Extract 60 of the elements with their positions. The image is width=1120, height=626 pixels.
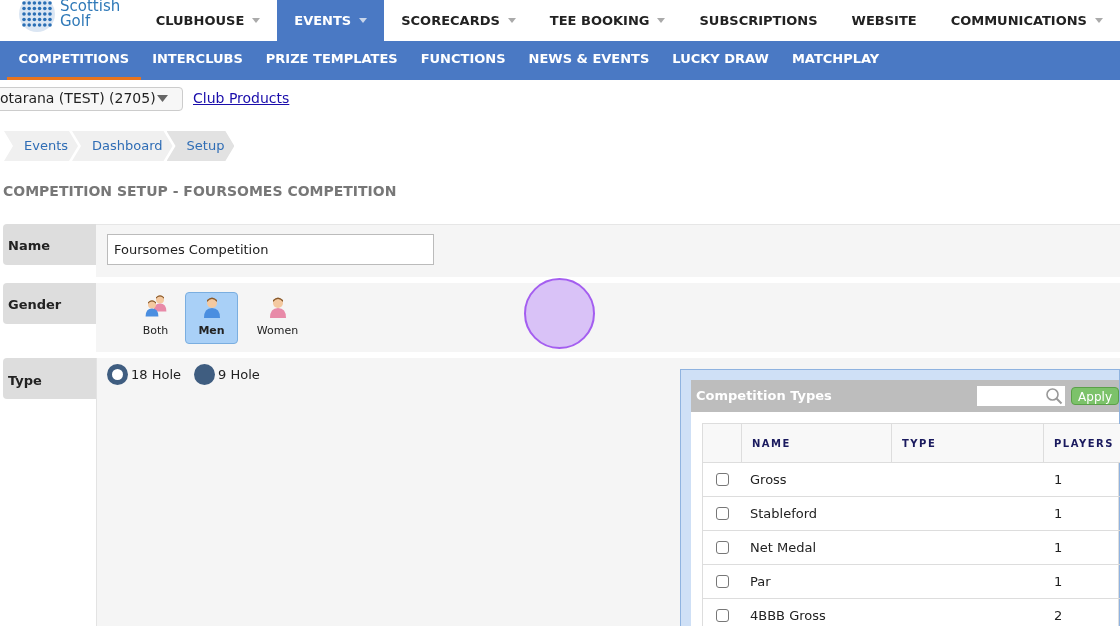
table-cell: 1 — [1044, 530, 1120, 564]
field-label: Name — [3, 224, 96, 265]
sub-nav-tab[interactable]: COMPETITIONS — [7, 41, 141, 80]
caret-icon — [1095, 18, 1103, 23]
sub-nav-tab[interactable]: LUCKY DRAW — [660, 41, 781, 80]
column-header: PLAYERS — [1044, 424, 1120, 462]
row-checkbox[interactable] — [716, 575, 729, 588]
table-cell: 1 — [1044, 564, 1120, 598]
search-icon — [1045, 387, 1064, 405]
name-input[interactable]: Foursomes Competition — [107, 234, 434, 265]
nav-menu-item[interactable]: COMMUNICATIONS — [933, 0, 1120, 41]
caret-icon — [507, 18, 516, 23]
nav-menu-item[interactable]: EVENTS — [277, 0, 385, 41]
table-cell: 1 — [1044, 462, 1120, 496]
breadcrumb-link[interactable]: Dashboard — [72, 131, 173, 161]
field-label: Type — [3, 358, 96, 399]
club-dropdown[interactable]: otarana (TEST) (2705) — [0, 86, 183, 111]
couple-icon — [143, 293, 168, 318]
caret-icon — [359, 18, 368, 23]
sub-nav-tab[interactable]: PRIZE TEMPLATES — [254, 41, 410, 80]
sub-nav-tab[interactable]: INTERCLUBS — [140, 41, 255, 80]
table-cell: 4BBB Gross — [742, 598, 892, 626]
column-header: NAME — [742, 424, 892, 462]
breadcrumb-link[interactable]: Setup — [166, 131, 235, 161]
gender-option[interactable]: Both — [129, 292, 182, 344]
table-cell: 2 — [1044, 598, 1120, 626]
panel-title: Competition Types — [696, 387, 832, 406]
sub-nav-tab[interactable]: FUNCTIONS — [409, 41, 518, 80]
nav-menu-item[interactable]: SCORECARDS — [384, 0, 533, 41]
radio-option[interactable]: 9 Hole — [194, 364, 260, 385]
page-heading: COMPETITION SETUP - FOURSOMES COMPETITION — [3, 182, 398, 201]
logo[interactable]: Scottish Golf — [18, 0, 139, 41]
gender-option[interactable]: Women — [251, 292, 304, 344]
logo-text: Scottish — [60, 0, 121, 14]
breadcrumb-link[interactable]: Events — [4, 131, 78, 161]
nav-menu-item[interactable]: TEE BOOKING — [532, 0, 683, 41]
caret-icon — [252, 18, 261, 23]
row-checkbox[interactable] — [716, 609, 729, 622]
search-field[interactable] — [977, 386, 1066, 406]
gender-option[interactable]: Men — [185, 292, 238, 344]
table-cell: Net Medal — [742, 530, 892, 564]
field-label: Gender — [3, 283, 96, 324]
table-cell: Stableford — [742, 496, 892, 530]
row-checkbox[interactable] — [716, 473, 729, 486]
table-cell: Gross — [742, 462, 892, 496]
sub-nav-tab[interactable]: NEWS & EVENTS — [517, 41, 661, 80]
table-cell: 1 — [1044, 496, 1120, 530]
table-cell: Par — [742, 564, 892, 598]
club-products-link[interactable]: Club Products — [193, 88, 290, 109]
row-checkbox[interactable] — [716, 541, 729, 554]
nav-menu-item[interactable]: CLUBHOUSE — [138, 0, 278, 41]
nav-menu-item[interactable]: WEBSITE — [834, 0, 934, 41]
caret-icon — [657, 18, 666, 23]
nav-menu-item[interactable]: SUBSCRIPTIONS — [682, 0, 835, 41]
radio-option[interactable]: 18 Hole — [107, 364, 181, 385]
logo-text: Golf — [60, 13, 92, 29]
column-header: TYPE — [892, 424, 1044, 462]
sub-nav-tab[interactable]: MATCHPLAY — [780, 41, 891, 80]
row-checkbox[interactable] — [716, 507, 729, 520]
caret-icon — [157, 95, 168, 102]
